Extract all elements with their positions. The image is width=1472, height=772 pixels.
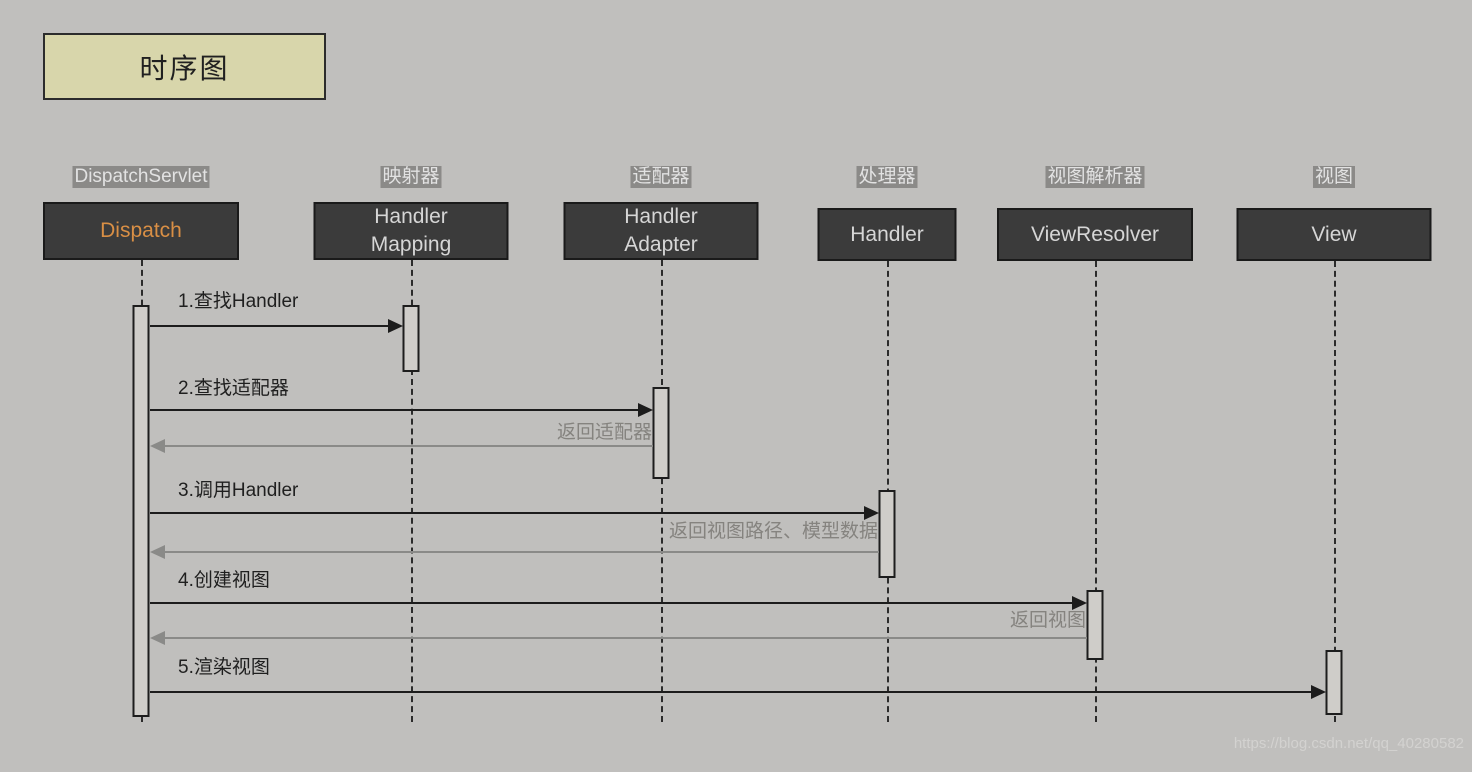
message-arrow-return-2 <box>150 545 165 559</box>
message-label-3: 3.调用Handler <box>178 480 299 501</box>
watermark: https://blog.csdn.net/qq_40280582 <box>1233 735 1464 752</box>
activation-bar-dispatch <box>132 305 150 717</box>
message-arrow-2 <box>638 403 653 417</box>
participant-box-dispatch[interactable]: Dispatch <box>43 202 239 260</box>
message-label-return-1: 返回适配器 <box>556 422 652 443</box>
message-arrow-return-3 <box>150 631 165 645</box>
message-arrow-return-1 <box>150 439 165 453</box>
participant-label-viewresolver: ViewResolver <box>1031 222 1159 246</box>
message-label-return-3: 返回视图 <box>1009 610 1086 631</box>
participant-caption-mapper: 映射器 <box>380 166 442 188</box>
participant-caption-dispatchservlet: DispatchServlet <box>72 166 210 188</box>
message-line-2[interactable] <box>150 409 638 411</box>
message-line-4[interactable] <box>150 602 1072 604</box>
message-label-5: 5.渲染视图 <box>178 657 270 678</box>
activation-bar-handleradapter <box>652 387 670 479</box>
lifeline-handleradapter <box>661 260 663 722</box>
message-line-1[interactable] <box>150 325 388 327</box>
message-arrow-5 <box>1311 685 1326 699</box>
sequence-diagram-canvas: 时序图 DispatchServlet 映射器 适配器 处理器 视图解析器 视图… <box>0 0 1472 772</box>
message-arrow-3 <box>864 506 879 520</box>
message-arrow-1 <box>388 319 403 333</box>
activation-bar-viewresolver <box>1086 590 1104 660</box>
participant-box-viewresolver[interactable]: ViewResolver <box>997 208 1193 261</box>
activation-bar-handler <box>878 490 896 578</box>
participant-caption-adapter: 适配器 <box>630 166 692 188</box>
message-label-return-2: 返回视图路径、模型数据 <box>668 521 878 542</box>
message-label-1: 1.查找Handler <box>178 291 299 312</box>
message-line-3[interactable] <box>150 512 864 514</box>
participant-label-handler: Handler <box>850 222 924 246</box>
diagram-title-box: 时序图 <box>43 33 326 100</box>
message-label-2: 2.查找适配器 <box>178 378 289 399</box>
diagram-title: 时序图 <box>139 52 230 84</box>
participant-box-view[interactable]: View <box>1236 208 1432 261</box>
participant-box-handleradapter[interactable]: Handler Adapter <box>563 202 759 260</box>
participant-caption-view: 视图 <box>1312 166 1356 188</box>
participant-caption-viewresolver: 视图解析器 <box>1045 166 1145 188</box>
message-line-return-2[interactable] <box>165 551 879 553</box>
message-line-return-3[interactable] <box>165 637 1087 639</box>
participant-label-handlermapping: Handler Mapping <box>370 205 452 256</box>
participant-caption-processor: 处理器 <box>856 166 918 188</box>
participant-label-dispatch: Dispatch <box>100 219 182 242</box>
activation-bar-view <box>1325 650 1343 715</box>
message-line-5[interactable] <box>150 691 1311 693</box>
message-label-4: 4.创建视图 <box>178 570 270 591</box>
participant-label-view: View <box>1311 222 1357 246</box>
participant-box-handlermapping[interactable]: Handler Mapping <box>313 202 509 260</box>
participant-label-handleradapter: Handler Adapter <box>624 205 698 256</box>
participant-box-handler[interactable]: Handler <box>817 208 957 261</box>
activation-bar-handlermapping <box>402 305 420 372</box>
message-arrow-4 <box>1072 596 1087 610</box>
message-line-return-1[interactable] <box>165 445 653 447</box>
